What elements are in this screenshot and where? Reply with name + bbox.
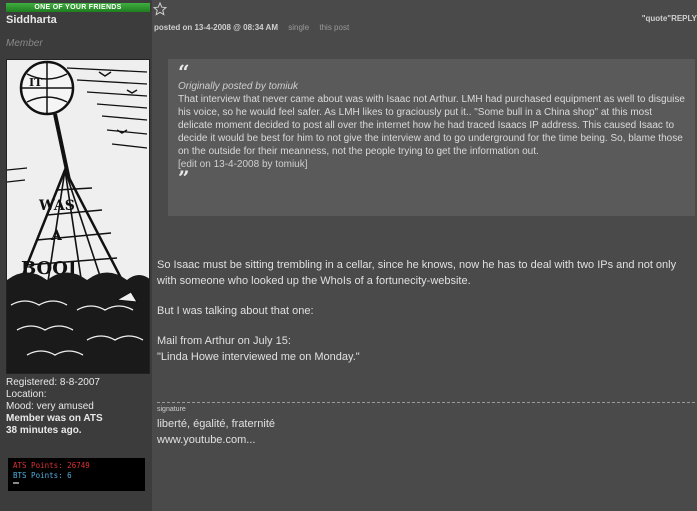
- this-post-link[interactable]: this post: [319, 23, 349, 32]
- single-link[interactable]: single: [288, 23, 309, 32]
- last-seen-line2: 38 minutes ago.: [6, 425, 82, 436]
- signature-link[interactable]: www.youtube.com...: [157, 432, 275, 448]
- post-body: So Isaac must be sitting trembling in a …: [157, 257, 695, 365]
- mail-line-2: "Linda Howe interviewed me on Monday.": [157, 351, 360, 363]
- last-seen-line1: Member was on ATS: [6, 413, 103, 424]
- open-quote-icon: “: [178, 60, 190, 84]
- body-paragraph-1: So Isaac must be sitting trembling in a …: [157, 259, 677, 287]
- avatar: IT WAS A BOOJ: [6, 59, 150, 374]
- post-date: posted on 13-4-2008 @ 08:34 AM: [154, 23, 278, 32]
- registered-date: Registered: 8-8-2007: [6, 377, 100, 388]
- bts-points: BTS Points: 6: [13, 471, 72, 480]
- mail-line-1: Mail from Arthur on July 15:: [157, 335, 291, 347]
- body-paragraph-2: But I was talking about that one:: [157, 305, 314, 317]
- signature-label: signature: [157, 406, 186, 413]
- svg-text:IT: IT: [29, 76, 43, 89]
- star-icon[interactable]: [153, 2, 167, 16]
- user-sidebar: ONE OF YOUR FRIENDS Siddharta Member IT …: [0, 0, 152, 511]
- member-rank: Member: [6, 38, 43, 49]
- mood: Mood: very amused: [6, 401, 94, 412]
- quote-edit-note: [edit on 13-4-2008 by tomiuk]: [178, 159, 308, 170]
- username-link[interactable]: Siddharta: [6, 14, 57, 26]
- points-box: ATS Points: 26749 BTS Points: 6: [8, 458, 145, 491]
- location: Location:: [6, 389, 47, 400]
- signature-divider: [157, 402, 695, 403]
- friend-badge: ONE OF YOUR FRIENDS: [6, 3, 150, 12]
- quote-text: That interview that never came about was…: [178, 94, 685, 157]
- svg-text:A: A: [50, 228, 63, 244]
- quote-box: “ Originally posted by tomiuk That inter…: [168, 59, 695, 216]
- post-meta: posted on 13-4-2008 @ 08:34 AM single th…: [154, 23, 349, 32]
- signature: liberté, égalité, fraternité www.youtube…: [157, 416, 275, 448]
- mail-quote: Mail from Arthur on July 15: "Linda Howe…: [157, 333, 695, 365]
- svg-text:WAS: WAS: [38, 198, 75, 214]
- quote-reply-button[interactable]: "quote"REPLY: [642, 14, 697, 23]
- quote-author[interactable]: Originally posted by tomiuk: [178, 80, 685, 93]
- close-quote-icon: ”: [178, 166, 190, 190]
- signature-line-1: liberté, égalité, fraternité: [157, 418, 276, 430]
- member-info: Registered: 8-8-2007 Location: Mood: ver…: [6, 377, 103, 437]
- points-bar: [13, 482, 19, 484]
- ats-points: ATS Points: 26749: [13, 461, 90, 470]
